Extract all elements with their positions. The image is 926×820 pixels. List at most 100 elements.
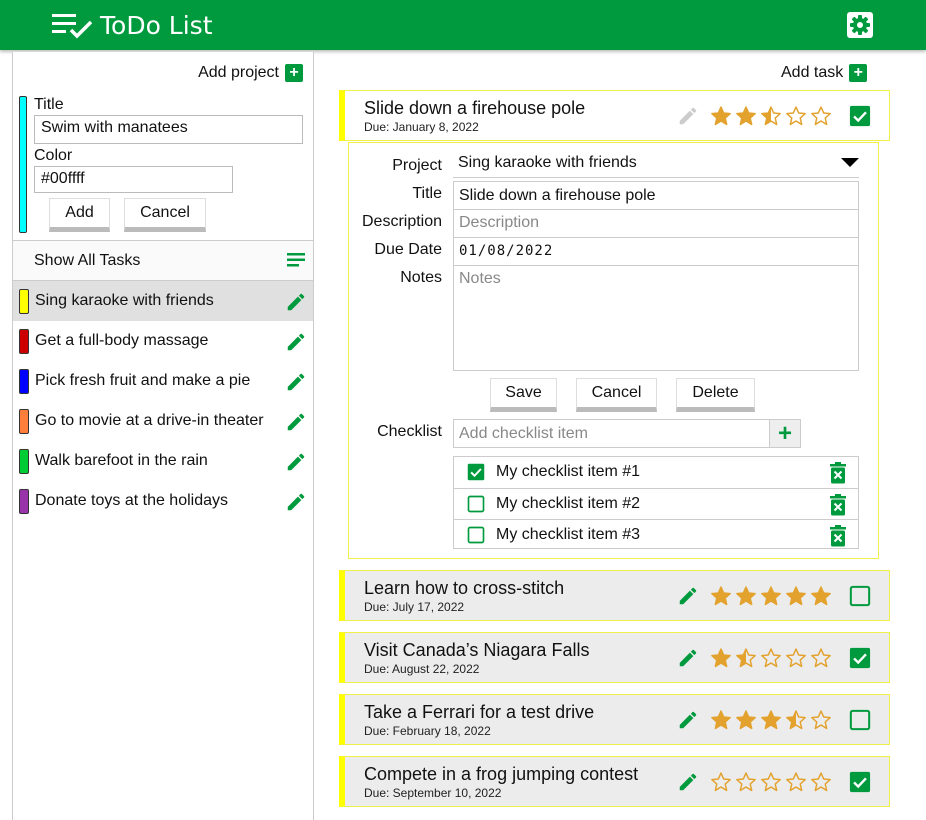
description-input[interactable]: Description — [453, 209, 859, 238]
star-icon-4[interactable] — [785, 647, 807, 669]
edit-task-pencil-icon[interactable] — [677, 709, 699, 731]
star-icon-1[interactable] — [710, 105, 732, 127]
project-item[interactable]: Get a full-body massage — [13, 321, 313, 361]
edit-project-pencil-icon[interactable] — [285, 451, 307, 473]
description-label: Description — [362, 213, 443, 230]
star-icon-4[interactable] — [785, 585, 807, 607]
star-icon-3[interactable] — [760, 585, 782, 607]
star-rating — [710, 709, 832, 731]
new-project-form: Title Swim with manatees Color #00ffff A… — [19, 96, 309, 239]
save-button[interactable]: Save — [490, 378, 557, 412]
trash-icon[interactable] — [829, 462, 847, 484]
star-icon-4[interactable] — [785, 709, 807, 731]
edit-project-pencil-icon[interactable] — [285, 291, 307, 313]
trash-icon[interactable] — [829, 525, 847, 547]
star-icon-2[interactable] — [735, 709, 757, 731]
edit-project-pencil-icon[interactable] — [285, 411, 307, 433]
add-task-button[interactable]: Add task + — [781, 64, 868, 82]
edit-task-pencil-icon[interactable] — [677, 771, 699, 793]
star-icon-5[interactable] — [810, 709, 832, 731]
edit-project-pencil-icon[interactable] — [285, 371, 307, 393]
cancel-button[interactable]: Cancel — [124, 198, 206, 232]
project-color-swatch — [19, 329, 29, 354]
project-item[interactable]: Sing karaoke with friends — [13, 281, 313, 321]
project-item[interactable]: Donate toys at the holidays — [13, 481, 313, 521]
star-icon-2[interactable] — [735, 105, 757, 127]
task-complete-checkbox[interactable] — [849, 647, 871, 669]
task-title-input[interactable]: Slide down a firehouse pole — [453, 181, 859, 210]
add-button[interactable]: Add — [49, 198, 110, 232]
star-icon-3[interactable] — [760, 647, 782, 669]
checklist-item-checkbox[interactable] — [467, 495, 485, 513]
edit-task-pencil-icon[interactable] — [677, 585, 699, 607]
app-header: ToDo List — [0, 0, 926, 50]
checklist-item: My checklist item #1 — [454, 457, 858, 488]
star-icon-4[interactable] — [785, 771, 807, 793]
star-icon-1[interactable] — [710, 771, 732, 793]
list-icon — [287, 253, 305, 267]
project-label: Go to movie at a drive-in theater — [35, 412, 264, 429]
star-icon-2[interactable] — [735, 647, 757, 669]
star-icon-3[interactable] — [760, 105, 782, 127]
edit-project-pencil-icon[interactable] — [285, 491, 307, 513]
project-title-input[interactable]: Swim with manatees — [34, 115, 303, 144]
project-select[interactable]: Sing karaoke with friends — [453, 151, 859, 178]
due-date-input[interactable]: 01/08/2022 — [453, 237, 859, 266]
task-due-date: Due: August 22, 2022 — [364, 662, 480, 676]
star-icon-5[interactable] — [810, 647, 832, 669]
star-rating — [710, 647, 832, 669]
delete-button[interactable]: Delete — [676, 378, 755, 412]
edit-task-pencil-icon[interactable] — [677, 105, 699, 127]
task-item[interactable]: Take a Ferrari for a test drive Due: Febr… — [339, 694, 890, 745]
task-complete-checkbox[interactable] — [849, 585, 871, 607]
checklist-icon — [52, 14, 93, 39]
star-icon-1[interactable] — [710, 709, 732, 731]
plus-icon: + — [777, 419, 792, 447]
trash-icon[interactable] — [829, 494, 847, 516]
star-icon-2[interactable] — [735, 771, 757, 793]
gear-icon[interactable] — [846, 11, 874, 39]
task-item[interactable]: Slide down a firehouse pole Due: January … — [339, 90, 890, 141]
task-complete-checkbox[interactable] — [849, 709, 871, 731]
task-title: Visit Canada’s Niagara Falls — [364, 640, 590, 660]
task-item[interactable]: Compete in a frog jumping contest Due: Se… — [339, 756, 890, 807]
task-item[interactable]: Learn how to cross-stitch Due: July 17, 2… — [339, 570, 890, 621]
star-icon-5[interactable] — [810, 585, 832, 607]
project-item[interactable]: Walk barefoot in the rain — [13, 441, 313, 481]
notes-label: Notes — [400, 269, 442, 286]
star-icon-3[interactable] — [760, 771, 782, 793]
star-icon-1[interactable] — [710, 647, 732, 669]
project-item[interactable]: Go to movie at a drive-in theater — [13, 401, 313, 441]
checklist-item-checkbox[interactable] — [467, 463, 485, 481]
checklist: My checklist item #1 My checklist item #2… — [453, 456, 859, 549]
project-label: Get a full-body massage — [35, 332, 209, 349]
star-icon-2[interactable] — [735, 585, 757, 607]
add-project-button[interactable]: Add project + — [198, 64, 303, 82]
edit-project-pencil-icon[interactable] — [285, 331, 307, 353]
task-complete-checkbox[interactable] — [849, 105, 871, 127]
star-icon-1[interactable] — [710, 585, 732, 607]
task-item[interactable]: Visit Canada’s Niagara Falls Due: August … — [339, 632, 890, 683]
notes-textarea[interactable]: Notes — [453, 265, 859, 371]
star-rating — [710, 771, 832, 793]
edit-task-pencil-icon[interactable] — [677, 647, 699, 669]
task-due-date: Due: July 17, 2022 — [364, 600, 465, 614]
show-all-tasks[interactable]: Show All Tasks — [13, 240, 313, 281]
star-icon-5[interactable] — [810, 771, 832, 793]
project-color-input[interactable]: #00ffff — [34, 166, 233, 193]
checklist-item-label: My checklist item #1 — [496, 463, 641, 480]
star-rating — [710, 585, 832, 607]
star-icon-5[interactable] — [810, 105, 832, 127]
plus-icon: + — [849, 64, 868, 82]
checklist-item: My checklist item #2 — [454, 488, 858, 519]
checklist-label: Checklist — [377, 423, 442, 440]
star-icon-3[interactable] — [760, 709, 782, 731]
star-icon-4[interactable] — [785, 105, 807, 127]
checklist-input[interactable]: Add checklist item — [453, 419, 770, 448]
project-color-swatch — [19, 489, 29, 514]
checklist-item-checkbox[interactable] — [467, 526, 485, 544]
add-checklist-item-button[interactable]: + — [769, 419, 801, 448]
cancel-button[interactable]: Cancel — [576, 378, 657, 412]
project-item[interactable]: Pick fresh fruit and make a pie — [13, 361, 313, 401]
task-complete-checkbox[interactable] — [849, 771, 871, 793]
